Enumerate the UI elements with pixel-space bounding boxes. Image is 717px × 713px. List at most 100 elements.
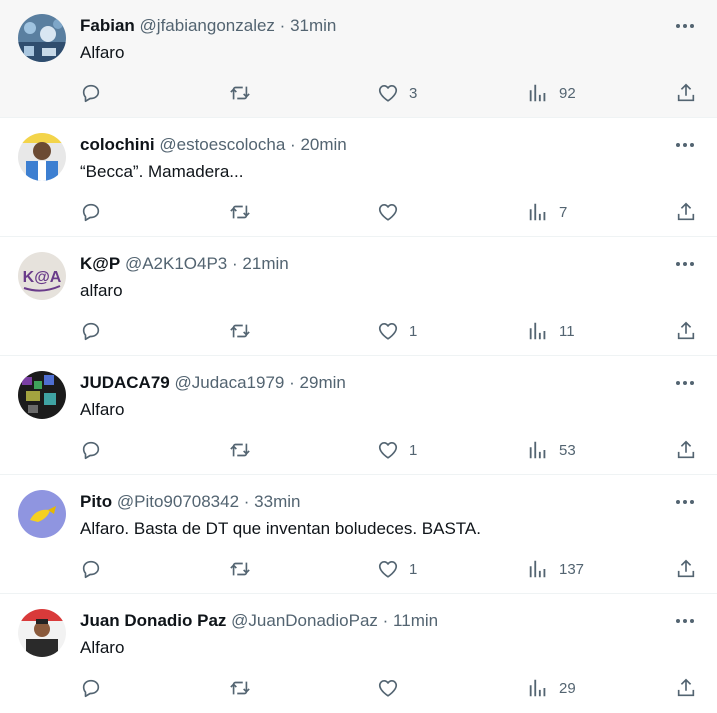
like-button[interactable]: 1 bbox=[377, 319, 417, 343]
like-button[interactable]: 1 bbox=[377, 557, 417, 581]
views-button[interactable]: 29 bbox=[527, 676, 576, 700]
more-options-button[interactable] bbox=[673, 253, 697, 275]
views-button[interactable]: 137 bbox=[527, 557, 584, 581]
reply-button[interactable] bbox=[80, 438, 102, 462]
action-bar: 1 137 bbox=[0, 554, 717, 584]
display-name[interactable]: colochini bbox=[80, 135, 155, 154]
views-chart-icon bbox=[529, 84, 546, 102]
display-name[interactable]: Pito bbox=[80, 492, 112, 511]
user-handle[interactable]: @estoescolocha bbox=[159, 135, 285, 154]
tweet-header: Fabian @jfabiangonzalez · 31min bbox=[80, 16, 657, 36]
timestamp[interactable]: 11min bbox=[393, 611, 438, 630]
retweet-button[interactable] bbox=[229, 557, 251, 581]
avatar[interactable] bbox=[18, 609, 66, 657]
more-options-button[interactable] bbox=[673, 491, 697, 513]
avatar[interactable]: K@A bbox=[18, 252, 66, 300]
separator-dot: · bbox=[290, 135, 296, 154]
avatar[interactable] bbox=[18, 371, 66, 419]
tweet[interactable]: colochini @estoescolocha · 20min “Becca”… bbox=[0, 119, 717, 237]
views-button[interactable]: 53 bbox=[527, 438, 576, 462]
retweet-button[interactable] bbox=[229, 81, 251, 105]
avatar[interactable] bbox=[18, 490, 66, 538]
timestamp[interactable]: 20min bbox=[300, 135, 346, 154]
share-button[interactable] bbox=[675, 319, 697, 343]
display-name[interactable]: K@P bbox=[80, 254, 120, 273]
heart-icon bbox=[378, 561, 398, 578]
reply-icon bbox=[82, 203, 100, 222]
tweet-header: JUDACA79 @Judaca1979 · 29min bbox=[80, 373, 657, 393]
user-handle[interactable]: @Pito90708342 bbox=[117, 492, 239, 511]
share-icon bbox=[677, 321, 695, 340]
user-handle[interactable]: @JuanDonadioPaz bbox=[231, 611, 378, 630]
view-count: 92 bbox=[559, 84, 576, 102]
more-options-button[interactable] bbox=[673, 134, 697, 156]
tweet[interactable]: Fabian @jfabiangonzalez · 31min Alfaro 3… bbox=[0, 0, 717, 118]
more-horizontal-icon bbox=[676, 24, 694, 28]
timestamp[interactable]: 31min bbox=[290, 16, 336, 35]
reply-button[interactable] bbox=[80, 319, 102, 343]
display-name[interactable]: JUDACA79 bbox=[80, 373, 170, 392]
timestamp[interactable]: 29min bbox=[300, 373, 346, 392]
user-handle[interactable]: @Judaca1979 bbox=[174, 373, 284, 392]
views-button[interactable]: 11 bbox=[527, 319, 575, 343]
separator-dot: · bbox=[289, 373, 295, 392]
avatar[interactable] bbox=[18, 133, 66, 181]
display-name[interactable]: Fabian bbox=[80, 16, 135, 35]
reply-button[interactable] bbox=[80, 557, 102, 581]
views-button[interactable]: 92 bbox=[527, 81, 576, 105]
share-button[interactable] bbox=[675, 676, 697, 700]
like-button[interactable]: 3 bbox=[377, 81, 417, 105]
view-count: 29 bbox=[559, 679, 576, 697]
tweet-text: Alfaro bbox=[80, 638, 125, 657]
share-button[interactable] bbox=[675, 81, 697, 105]
action-bar: 3 92 bbox=[0, 78, 717, 108]
reply-icon bbox=[82, 322, 100, 341]
user-handle[interactable]: @jfabiangonzalez bbox=[140, 16, 275, 35]
like-count: 1 bbox=[409, 560, 418, 578]
like-count: 1 bbox=[409, 322, 418, 340]
reply-button[interactable] bbox=[80, 200, 102, 224]
more-horizontal-icon bbox=[676, 619, 694, 623]
user-handle[interactable]: @A2K1O4P3 bbox=[125, 254, 227, 273]
share-button[interactable] bbox=[675, 438, 697, 462]
display-name[interactable]: Juan Donadio Paz bbox=[80, 611, 226, 630]
tweet[interactable]: JUDACA79 @Judaca1979 · 29min Alfaro 1 53 bbox=[0, 357, 717, 475]
reply-button[interactable] bbox=[80, 676, 102, 700]
share-icon bbox=[677, 678, 695, 697]
tweet[interactable]: Pito @Pito90708342 · 33min Alfaro. Basta… bbox=[0, 476, 717, 594]
like-button[interactable]: 1 bbox=[377, 438, 417, 462]
views-chart-icon bbox=[529, 441, 546, 459]
like-count: 1 bbox=[409, 441, 418, 459]
reply-icon bbox=[82, 679, 100, 698]
retweet-button[interactable] bbox=[229, 438, 251, 462]
share-button[interactable] bbox=[675, 200, 697, 224]
retweet-button[interactable] bbox=[229, 676, 251, 700]
heart-icon bbox=[378, 204, 398, 221]
tweet-header: K@P @A2K1O4P3 · 21min bbox=[80, 254, 657, 274]
heart-icon bbox=[378, 680, 398, 697]
tweet-text: Alfaro bbox=[80, 43, 125, 62]
view-count: 7 bbox=[559, 203, 568, 221]
share-button[interactable] bbox=[675, 557, 697, 581]
retweet-icon bbox=[230, 443, 250, 457]
reply-button[interactable] bbox=[80, 81, 102, 105]
retweet-button[interactable] bbox=[229, 200, 251, 224]
timestamp[interactable]: 33min bbox=[254, 492, 300, 511]
more-options-button[interactable] bbox=[673, 372, 697, 394]
more-options-button[interactable] bbox=[673, 15, 697, 37]
timestamp[interactable]: 21min bbox=[242, 254, 288, 273]
like-button[interactable] bbox=[377, 676, 409, 700]
separator-dot: · bbox=[382, 611, 389, 630]
like-count: 3 bbox=[409, 84, 418, 102]
tweet[interactable]: Juan Donadio Paz @JuanDonadioPaz · 11min… bbox=[0, 595, 717, 713]
avatar[interactable] bbox=[18, 14, 66, 62]
retweet-button[interactable] bbox=[229, 319, 251, 343]
more-horizontal-icon bbox=[676, 500, 694, 504]
more-horizontal-icon bbox=[676, 262, 694, 266]
views-button[interactable]: 7 bbox=[527, 200, 567, 224]
tweet[interactable]: K@A K@P @A2K1O4P3 · 21min alfaro 1 11 bbox=[0, 238, 717, 356]
retweet-icon bbox=[230, 562, 250, 576]
heart-icon bbox=[378, 85, 398, 102]
like-button[interactable] bbox=[377, 200, 409, 224]
more-options-button[interactable] bbox=[673, 610, 697, 632]
